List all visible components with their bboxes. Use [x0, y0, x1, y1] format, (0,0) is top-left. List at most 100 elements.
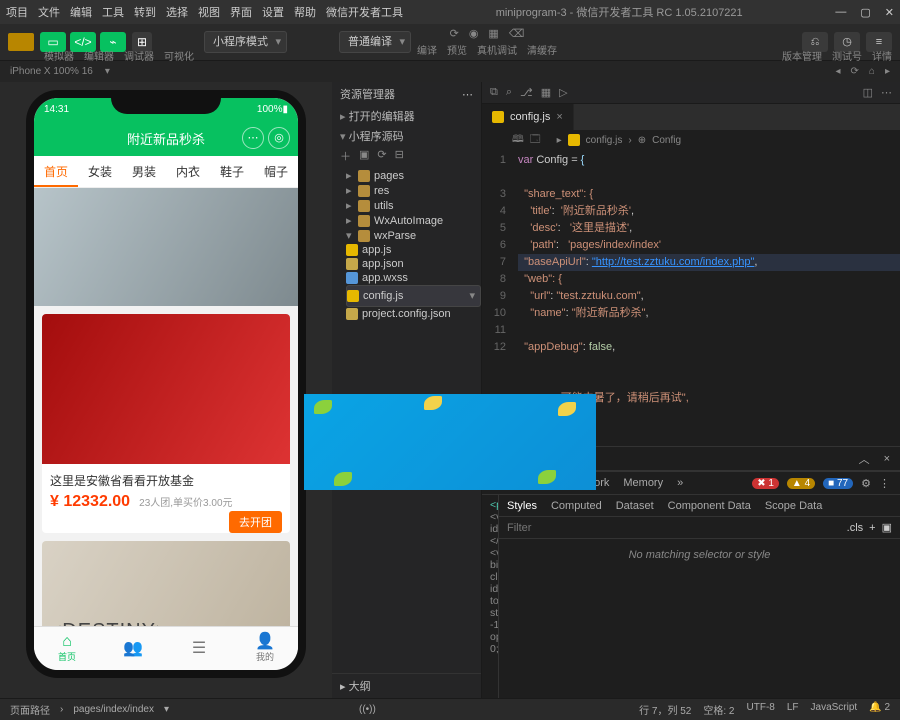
- tab-men[interactable]: 男装: [122, 156, 166, 187]
- cursor-pos[interactable]: 行 7，列 52: [639, 702, 691, 717]
- styles-tab[interactable]: Styles: [507, 500, 537, 512]
- menu-settings[interactable]: 设置: [262, 4, 284, 20]
- broadcast-icon[interactable]: ((•)): [359, 704, 376, 715]
- minimize-icon[interactable]: —: [835, 6, 846, 19]
- memory-tab[interactable]: Memory: [623, 477, 663, 489]
- error-badge[interactable]: ✖ 1: [752, 478, 779, 489]
- folder-pages[interactable]: pages: [346, 168, 481, 183]
- device-select[interactable]: iPhone X 100% 16: [10, 66, 93, 77]
- eol[interactable]: LF: [787, 702, 799, 717]
- kebab-icon[interactable]: ⋮: [879, 477, 890, 490]
- tabbar-home[interactable]: ⌂首页: [34, 627, 100, 670]
- feed[interactable]: 这里是安徽省看看开放基金 ¥ 12332.00 23人团,单买价3.00元 去开…: [34, 188, 298, 658]
- gear-icon[interactable]: ⚙: [861, 477, 871, 490]
- tab-hats[interactable]: 帽子: [254, 156, 298, 187]
- folder-wxparse[interactable]: wxParse: [346, 228, 481, 243]
- compile-select[interactable]: 普通编译: [339, 31, 411, 53]
- pin-icon[interactable]: ▣: [882, 521, 892, 534]
- styles-filter-input[interactable]: [507, 522, 841, 534]
- product-card[interactable]: 这里是安徽省看看开放基金 ¥ 12332.00 23人团,单买价3.00元 去开…: [42, 314, 290, 533]
- remote-debug-icon[interactable]: ▦: [488, 27, 498, 40]
- folder-utils[interactable]: utils: [346, 198, 481, 213]
- file-appwxss[interactable]: app.wxss: [346, 271, 481, 285]
- tab-configjs[interactable]: config.js×: [482, 104, 574, 130]
- computed-tab[interactable]: Computed: [551, 500, 602, 512]
- buy-button[interactable]: 去开团: [229, 511, 282, 533]
- branch-icon[interactable]: ⎇: [520, 86, 533, 99]
- editor-more-icon[interactable]: ⋯: [881, 86, 892, 99]
- clear-cache-icon[interactable]: ⌫: [509, 27, 525, 40]
- mode-select[interactable]: 小程序模式: [204, 31, 287, 53]
- close-icon[interactable]: ✕: [885, 6, 894, 19]
- menu-view[interactable]: 视图: [198, 4, 220, 20]
- outline-section[interactable]: 大纲: [332, 673, 481, 698]
- new-file-icon[interactable]: ＋: [340, 148, 351, 164]
- tab-women[interactable]: 女装: [78, 156, 122, 187]
- info-badge[interactable]: ■ 77: [823, 478, 853, 489]
- menu-ui[interactable]: 界面: [230, 4, 252, 20]
- tabbar-2[interactable]: 👥: [100, 627, 166, 670]
- tabbar-mine[interactable]: 👤我的: [232, 627, 298, 670]
- menu-select[interactable]: 选择: [166, 4, 188, 20]
- menu-tools[interactable]: 工具: [102, 4, 124, 20]
- home-icon[interactable]: ⌂: [869, 66, 875, 77]
- breadcrumb[interactable]: 🕮🗔▸ config.js› ⊕Config: [482, 130, 900, 150]
- refresh-icon[interactable]: ⟳: [851, 66, 859, 77]
- open-editors-section[interactable]: 打开的编辑器: [332, 106, 481, 126]
- dom-tree[interactable]: <page> <view id="main">…</view> <view bi…: [482, 495, 498, 698]
- dom-line[interactable]: <view id="main">…</view>: [490, 511, 498, 547]
- warn-badge[interactable]: ▲ 4: [787, 478, 815, 489]
- capsule-close-icon[interactable]: ◎: [268, 127, 290, 149]
- files-icon[interactable]: ⧉: [490, 86, 498, 99]
- dom-line[interactable]: <view bindtap="goTop" class="i" id="go-t…: [490, 547, 498, 655]
- split-icon[interactable]: ◫: [863, 86, 873, 99]
- popup-overlay[interactable]: [304, 394, 596, 490]
- menu-edit[interactable]: 编辑: [70, 4, 92, 20]
- file-projectconfig[interactable]: project.config.json: [346, 307, 481, 321]
- file-appjson[interactable]: app.json: [346, 257, 481, 271]
- tab-home[interactable]: 首页: [34, 156, 78, 187]
- menu-goto[interactable]: 转到: [134, 4, 156, 20]
- menu-wxdev[interactable]: 微信开发者工具: [326, 4, 403, 20]
- more-icon[interactable]: ⋯: [462, 88, 473, 101]
- encoding[interactable]: UTF-8: [747, 702, 775, 717]
- back-icon[interactable]: ◂: [836, 66, 841, 77]
- menu-file[interactable]: 文件: [38, 4, 60, 20]
- compdata-tab[interactable]: Component Data: [668, 500, 751, 512]
- run-icon[interactable]: ▷: [559, 86, 567, 99]
- maximize-icon[interactable]: ▢: [860, 6, 870, 19]
- indent[interactable]: 空格: 2: [703, 702, 734, 717]
- bell-icon[interactable]: 🔔 2: [869, 702, 890, 717]
- add-style-icon[interactable]: +: [869, 522, 875, 534]
- tabbar-3[interactable]: ☰: [166, 627, 232, 670]
- folder-wxauto[interactable]: WxAutoImage: [346, 213, 481, 228]
- folder-res[interactable]: res: [346, 183, 481, 198]
- more-tabs-icon[interactable]: »: [677, 477, 683, 489]
- search-icon[interactable]: ⌕: [506, 86, 512, 99]
- file-configjs[interactable]: config.js: [346, 285, 481, 307]
- capsule-menu-icon[interactable]: ⋯: [242, 127, 264, 149]
- ext-icon[interactable]: ▦: [541, 86, 551, 99]
- chevron-up-icon[interactable]: ︿: [859, 451, 870, 467]
- refresh-tree-icon[interactable]: ⟳: [377, 148, 386, 164]
- collapse-icon[interactable]: ⊟: [395, 148, 404, 164]
- tab-shoes[interactable]: 鞋子: [210, 156, 254, 187]
- close-tab-icon[interactable]: ×: [556, 111, 562, 123]
- cls-toggle[interactable]: .cls: [847, 522, 864, 534]
- dataset-tab[interactable]: Dataset: [616, 500, 654, 512]
- page-path[interactable]: pages/index/index: [73, 704, 154, 715]
- menu-project[interactable]: 项目: [6, 4, 28, 20]
- menu-help[interactable]: 帮助: [294, 4, 316, 20]
- tab-under[interactable]: 内衣: [166, 156, 210, 187]
- banner-image[interactable]: [34, 188, 298, 306]
- new-folder-icon[interactable]: ▣: [359, 148, 369, 164]
- preview-icon[interactable]: ◉: [469, 27, 479, 40]
- dom-line[interactable]: <page>: [490, 499, 498, 511]
- forward-icon[interactable]: ▸: [885, 66, 890, 77]
- close-panel-icon[interactable]: ×: [884, 453, 890, 465]
- compile-icon[interactable]: ⟳: [450, 27, 459, 40]
- scopedata-tab[interactable]: Scope Data: [765, 500, 822, 512]
- source-section[interactable]: 小程序源码: [332, 126, 481, 146]
- lang-mode[interactable]: JavaScript: [811, 702, 858, 717]
- file-appjs[interactable]: app.js: [346, 243, 481, 257]
